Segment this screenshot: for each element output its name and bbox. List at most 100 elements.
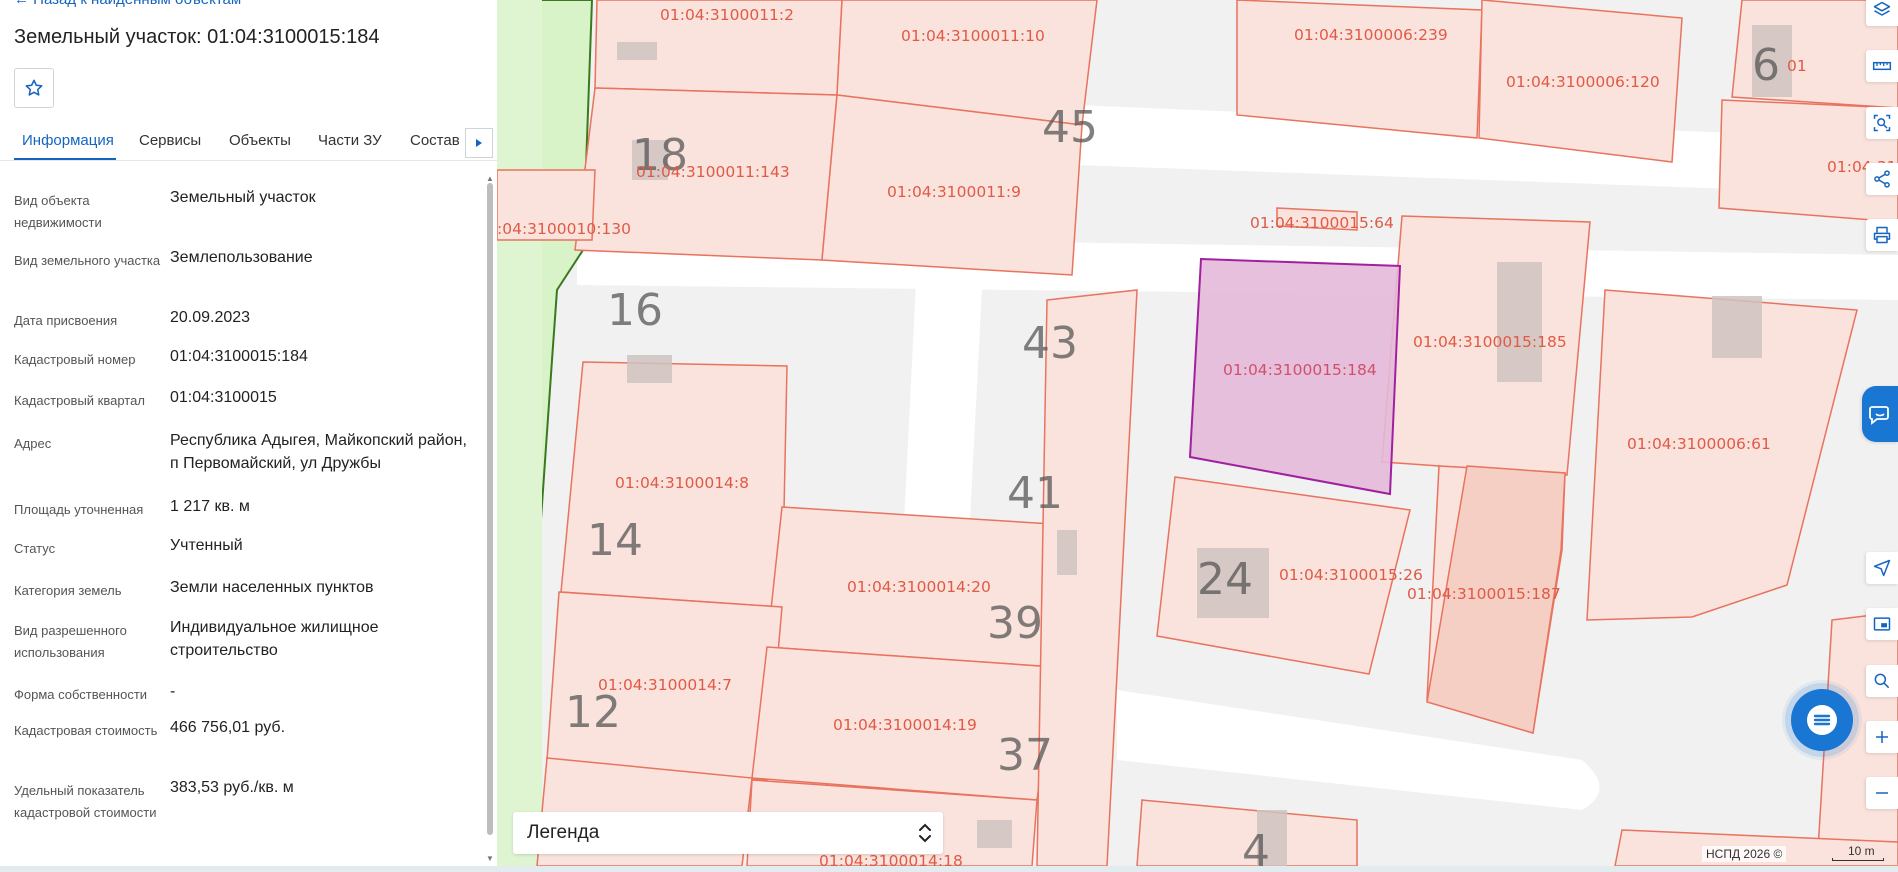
area-select-button[interactable] xyxy=(1866,107,1898,139)
search-area-button[interactable] xyxy=(1866,665,1898,697)
info-label: Вид разрешенного использования xyxy=(14,623,127,660)
parcel[interactable] xyxy=(1236,0,1483,139)
chat-fab-button[interactable] xyxy=(1791,689,1853,751)
zoom-out-button[interactable] xyxy=(1866,777,1898,809)
print-button[interactable] xyxy=(1866,219,1898,251)
tab-parcel-parts[interactable]: Части ЗУ xyxy=(318,132,382,149)
info-value: 01:04:3100015:184 xyxy=(170,348,308,365)
window-bottom-strip xyxy=(0,866,1898,872)
info-value: Индивидуальное жилищное строительство xyxy=(170,619,379,659)
info-panel: ← Назад к найденным объектам Земельный у… xyxy=(0,0,497,872)
parcel-label: 01:04:3100014:8 xyxy=(615,474,749,492)
info-label: Форма собственности xyxy=(14,687,148,702)
printer-icon xyxy=(1873,226,1891,244)
info-value: Учтенный xyxy=(170,537,243,554)
info-label: Адрес xyxy=(14,436,52,451)
legend-toggle[interactable]: Легенда xyxy=(513,812,943,854)
parcel-label: 01:04:3100015:64 xyxy=(1250,214,1394,232)
tab-bar: Информация Сервисы Объекты Части ЗУ Сост… xyxy=(0,126,497,160)
info-label: Кадастровый квартал xyxy=(14,393,145,408)
search-location-icon xyxy=(1874,673,1890,689)
area-select-icon xyxy=(1873,114,1891,132)
building xyxy=(1712,296,1762,358)
house-number: 45 xyxy=(1042,102,1098,153)
back-to-results-link[interactable]: ← Назад к найденным объектам xyxy=(14,0,241,8)
cadastral-map[interactable]: 18 45 16 43 41 14 39 12 37 24 6 4 01:04:… xyxy=(497,0,1898,866)
ruler-button[interactable] xyxy=(1866,50,1898,82)
tab-services[interactable]: Сервисы xyxy=(139,132,201,149)
parcel-label: 01:04:3100015:185 xyxy=(1413,333,1567,351)
ruler-icon xyxy=(1872,61,1892,71)
info-value: 383,53 руб./кв. м xyxy=(170,779,294,796)
info-value: 1 217 кв. м xyxy=(170,498,250,515)
minimap-button[interactable] xyxy=(1866,608,1898,640)
info-value: Землепользование xyxy=(170,249,313,266)
minimap-icon xyxy=(1873,617,1891,631)
parcel-label: 01:04:3100014:7 xyxy=(598,676,732,694)
scroll-up-icon[interactable]: ▲ xyxy=(485,175,495,183)
info-label: Категория земель xyxy=(14,583,122,598)
info-label: Кадастровый номер xyxy=(14,352,136,367)
locate-button[interactable] xyxy=(1866,552,1898,584)
parcel-label: :04:3100010:130 xyxy=(497,220,631,238)
parcel-label: 01:04:3100011:2 xyxy=(660,6,794,24)
tabs-scroll-right-button[interactable] xyxy=(465,128,493,158)
info-label: Дата присвоения xyxy=(14,313,118,328)
scroll-down-icon[interactable]: ▼ xyxy=(485,855,495,863)
info-label: Вид земельного участка xyxy=(14,253,161,268)
star-icon xyxy=(25,79,43,96)
chat-support-tab[interactable] xyxy=(1862,386,1898,442)
map-copyright: НСПД 2026 © xyxy=(1702,846,1787,862)
building xyxy=(1497,262,1542,382)
parcel-label: 01:04:3100006:239 xyxy=(1294,26,1448,44)
share-icon xyxy=(1874,170,1890,188)
scrollbar-thumb[interactable] xyxy=(487,183,493,835)
plus-icon xyxy=(1876,731,1888,743)
favorite-button[interactable] xyxy=(14,68,54,108)
building xyxy=(977,820,1012,848)
panel-scrollbar[interactable]: ▲ ▼ xyxy=(485,175,495,865)
tabs-divider xyxy=(0,160,497,161)
share-button[interactable] xyxy=(1866,163,1898,195)
tab-objects[interactable]: Объекты xyxy=(229,132,291,149)
info-value: 20.09.2023 xyxy=(170,309,251,326)
scale-bar-line xyxy=(1832,858,1884,861)
parcel-label: 01:04:3100006:120 xyxy=(1506,73,1660,91)
chat-bubble-icon xyxy=(1869,406,1889,425)
tab-information[interactable]: Информация xyxy=(22,132,114,149)
info-value: Земли населенных пунктов xyxy=(170,579,374,596)
green-zone xyxy=(497,0,542,866)
parcel-label: 01:04:3100006:61 xyxy=(1627,435,1771,453)
chevron-up-down-icon xyxy=(919,823,931,843)
tab-composition[interactable]: Состав xyxy=(410,132,460,149)
parcel-label: 01:04:3100014:20 xyxy=(847,578,991,596)
building xyxy=(617,42,657,60)
parcel-label: 01:04:3100011:10 xyxy=(901,27,1045,45)
house-number: 14 xyxy=(587,515,643,566)
info-label: Кадастровая стоимость xyxy=(14,723,158,738)
parcel-label: 01:04:3100011:143 xyxy=(636,163,790,181)
parcel-label: 01 xyxy=(1787,57,1807,75)
layers-button[interactable] xyxy=(1866,0,1898,26)
parcel-label: 01:04:3100015:26 xyxy=(1279,566,1423,584)
house-number: 41 xyxy=(1007,468,1063,519)
house-number: 4 xyxy=(1242,826,1270,866)
info-label: Вид объекта недвижимости xyxy=(14,193,102,230)
house-number: 24 xyxy=(1197,554,1253,605)
zoom-in-button[interactable] xyxy=(1866,721,1898,753)
minus-icon xyxy=(1876,792,1888,794)
navigation-arrow-icon xyxy=(1873,559,1891,577)
triangle-right-icon xyxy=(476,139,482,147)
info-label: Удельный показатель кадастровой стоимост… xyxy=(14,783,157,820)
info-value: Земельный участок xyxy=(170,189,316,206)
house-number: 6 xyxy=(1752,40,1780,91)
legend-label: Легенда xyxy=(527,822,600,843)
parcel-label: 01:04:3100011:9 xyxy=(887,183,1021,201)
house-number: 12 xyxy=(565,687,621,738)
house-number: 37 xyxy=(997,730,1053,781)
parcel-label: 01:04:3100015:184 xyxy=(1223,361,1377,379)
house-number: 16 xyxy=(607,285,663,336)
scale-bar: 10 m xyxy=(1830,844,1890,862)
info-value: 466 756,01 руб. xyxy=(170,719,286,736)
map-canvas[interactable]: 18 45 16 43 41 14 39 12 37 24 6 4 01:04:… xyxy=(497,0,1898,866)
